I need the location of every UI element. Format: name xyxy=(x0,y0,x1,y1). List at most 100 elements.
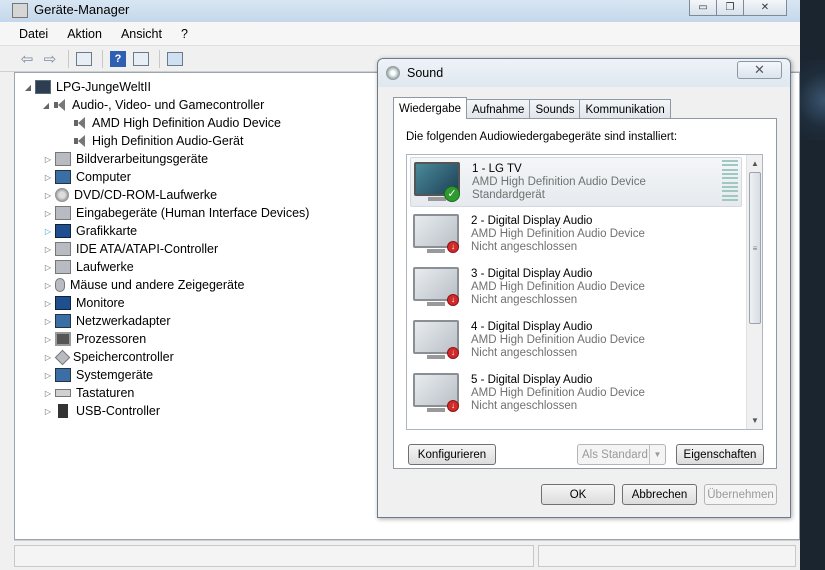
tree-category-mice[interactable]: ▷ Mäuse und andere Zeigegeräte xyxy=(43,276,244,294)
tree-category-label: Prozessoren xyxy=(76,332,147,346)
tab-kommunikation[interactable]: Kommunikation xyxy=(579,99,671,119)
forward-arrow-icon[interactable]: ⇨ xyxy=(40,50,60,68)
tree-category-label: Netzwerkadapter xyxy=(76,314,171,328)
properties-icon[interactable] xyxy=(74,50,94,68)
configure-button[interactable]: Konfigurieren xyxy=(408,444,496,465)
tree-category-label: Eingabegeräte (Human Interface Devices) xyxy=(76,206,310,220)
disconnected-icon: ↓ xyxy=(447,347,459,359)
collapse-arrow-icon[interactable]: ◢ xyxy=(23,83,33,92)
tree-category-monitors[interactable]: ▷ Monitore xyxy=(43,294,125,312)
tree-category-drives[interactable]: ▷ Laufwerke xyxy=(43,258,134,276)
scroll-up-icon[interactable]: ▲ xyxy=(747,155,762,172)
update-driver-icon[interactable] xyxy=(131,50,151,68)
tree-category-label: Mäuse und andere Zeigegeräte xyxy=(70,278,245,292)
back-arrow-icon[interactable]: ⇦ xyxy=(17,50,37,68)
ok-button[interactable]: OK xyxy=(541,484,615,505)
close-button[interactable]: ✕ xyxy=(743,0,787,16)
cancel-button[interactable]: Abbrechen xyxy=(622,484,697,505)
tree-category-label: DVD/CD-ROM-Laufwerke xyxy=(74,188,218,202)
tree-category-computer[interactable]: ▷ Computer xyxy=(43,168,131,186)
tree-category-usb[interactable]: ▷ USB-Controller xyxy=(43,402,160,420)
keyboard-icon xyxy=(55,389,71,397)
collapse-arrow-icon[interactable]: ◢ xyxy=(41,101,51,110)
properties-button[interactable]: Eigenschaften xyxy=(676,444,764,465)
device-item[interactable]: ↓ 3 - Digital Display Audio AMD High Def… xyxy=(410,263,742,313)
dialog-title-bar[interactable]: Sound ✕ xyxy=(378,59,790,87)
tree-category-network[interactable]: ▷ Netzwerkadapter xyxy=(43,312,171,330)
storage-controller-icon xyxy=(54,349,71,365)
menu-aktion[interactable]: Aktion xyxy=(64,25,105,43)
expand-arrow-icon[interactable]: ▷ xyxy=(43,263,53,272)
expand-arrow-icon[interactable]: ▷ xyxy=(43,317,53,326)
device-status: Nicht angeschlossen xyxy=(471,347,578,359)
menu-bar: Datei Aktion Ansicht ? xyxy=(0,22,800,46)
device-text: 3 - Digital Display Audio AMD High Defin… xyxy=(471,268,645,307)
tree-category-graphics[interactable]: ▷ Grafikkarte xyxy=(43,222,137,240)
tree-category-storage[interactable]: ▷ Speichercontroller xyxy=(43,348,174,366)
title-bar[interactable]: Geräte-Manager ▭ ❐ ✕ xyxy=(0,0,800,22)
system-devices-icon xyxy=(55,368,71,382)
expand-arrow-icon[interactable]: ▷ xyxy=(43,155,53,164)
minimize-button[interactable]: ▭ xyxy=(689,0,717,16)
device-status: Standardgerät xyxy=(472,189,545,201)
expand-arrow-icon[interactable]: ▷ xyxy=(43,227,53,236)
device-driver: AMD High Definition Audio Device xyxy=(472,176,646,188)
tree-category-audio[interactable]: ◢ Audio-, Video- und Gamecontroller xyxy=(41,96,264,114)
tree-device-hd-audio[interactable]: High Definition Audio-Gerät xyxy=(73,132,243,150)
vertical-scrollbar[interactable]: ▲ ≡ ▼ xyxy=(746,155,762,429)
close-button[interactable]: ✕ xyxy=(737,61,782,79)
device-text: 4 - Digital Display Audio AMD High Defin… xyxy=(471,321,645,360)
tree-category-processors[interactable]: ▷ Prozessoren xyxy=(43,330,146,348)
expand-arrow-icon[interactable]: ▷ xyxy=(43,335,53,344)
menu-help[interactable]: ? xyxy=(178,25,191,43)
device-item[interactable]: ↓ 4 - Digital Display Audio AMD High Def… xyxy=(410,316,742,366)
tab-sounds[interactable]: Sounds xyxy=(529,99,581,119)
tab-wiedergabe[interactable]: Wiedergabe xyxy=(393,97,468,119)
expand-arrow-icon[interactable]: ▷ xyxy=(43,191,53,200)
tree-category-label: Tastaturen xyxy=(76,386,135,400)
desktop-background xyxy=(800,0,825,570)
tree-category-hid[interactable]: ▷ Eingabegeräte (Human Interface Devices… xyxy=(43,204,309,222)
expand-arrow-icon[interactable]: ▷ xyxy=(43,353,53,362)
tree-category-label: USB-Controller xyxy=(76,404,161,418)
tree-category-keyboards[interactable]: ▷ Tastaturen xyxy=(43,384,134,402)
tree-category-dvd[interactable]: ▷ DVD/CD-ROM-Laufwerke xyxy=(43,186,217,204)
apply-button[interactable]: Übernehmen xyxy=(704,484,777,505)
chevron-down-icon[interactable]: ▼ xyxy=(649,445,665,464)
device-item[interactable]: ✓ 1 - LG TV AMD High Definition Audio De… xyxy=(410,157,742,207)
toolbar-separator xyxy=(102,49,103,68)
help-icon[interactable]: ? xyxy=(108,50,128,68)
tree-category-label: IDE ATA/ATAPI-Controller xyxy=(76,242,219,256)
expand-arrow-icon[interactable]: ▷ xyxy=(43,299,53,308)
ide-controller-icon xyxy=(55,242,71,256)
set-default-button[interactable]: Als Standard ▼ xyxy=(577,444,666,465)
device-item[interactable]: ↓ 5 - Digital Display Audio AMD High Def… xyxy=(410,369,742,419)
menu-datei[interactable]: Datei xyxy=(16,25,51,43)
tree-category-system[interactable]: ▷ Systemgeräte xyxy=(43,366,153,384)
device-item[interactable]: ↓ 2 - Digital Display Audio AMD High Def… xyxy=(410,210,742,260)
scroll-thumb[interactable]: ≡ xyxy=(749,172,761,324)
tree-category-label: Grafikkarte xyxy=(76,224,138,238)
tree-category-ide[interactable]: ▷ IDE ATA/ATAPI-Controller xyxy=(43,240,218,258)
menu-ansicht[interactable]: Ansicht xyxy=(118,25,165,43)
expand-arrow-icon[interactable]: ▷ xyxy=(43,371,53,380)
tab-strip: Wiedergabe Aufnahme Sounds Kommunikation xyxy=(393,97,671,119)
toolbar-separator xyxy=(159,49,160,68)
device-text: 2 - Digital Display Audio AMD High Defin… xyxy=(471,215,645,254)
expand-arrow-icon[interactable]: ▷ xyxy=(43,389,53,398)
expand-arrow-icon[interactable]: ▷ xyxy=(43,407,53,416)
scan-hardware-icon[interactable] xyxy=(165,50,185,68)
speaker-icon xyxy=(53,98,67,112)
expand-arrow-icon[interactable]: ▷ xyxy=(43,173,53,182)
expand-arrow-icon[interactable]: ▷ xyxy=(43,281,53,290)
expand-arrow-icon[interactable]: ▷ xyxy=(43,245,53,254)
tree-root[interactable]: ◢ LPG-JungeWeltII xyxy=(23,78,151,96)
maximize-button[interactable]: ❐ xyxy=(716,0,744,16)
tree-device-amd-audio[interactable]: AMD High Definition Audio Device xyxy=(73,114,281,132)
expand-arrow-icon[interactable]: ▷ xyxy=(43,209,53,218)
scroll-down-icon[interactable]: ▼ xyxy=(747,412,762,429)
panel-intro: Die folgenden Audiowiedergabegeräte sind… xyxy=(406,131,678,143)
tab-aufnahme[interactable]: Aufnahme xyxy=(466,99,531,119)
tree-category-imaging[interactable]: ▷ Bildverarbeitungsgeräte xyxy=(43,150,208,168)
playback-device-list[interactable]: ✓ 1 - LG TV AMD High Definition Audio De… xyxy=(406,154,763,430)
